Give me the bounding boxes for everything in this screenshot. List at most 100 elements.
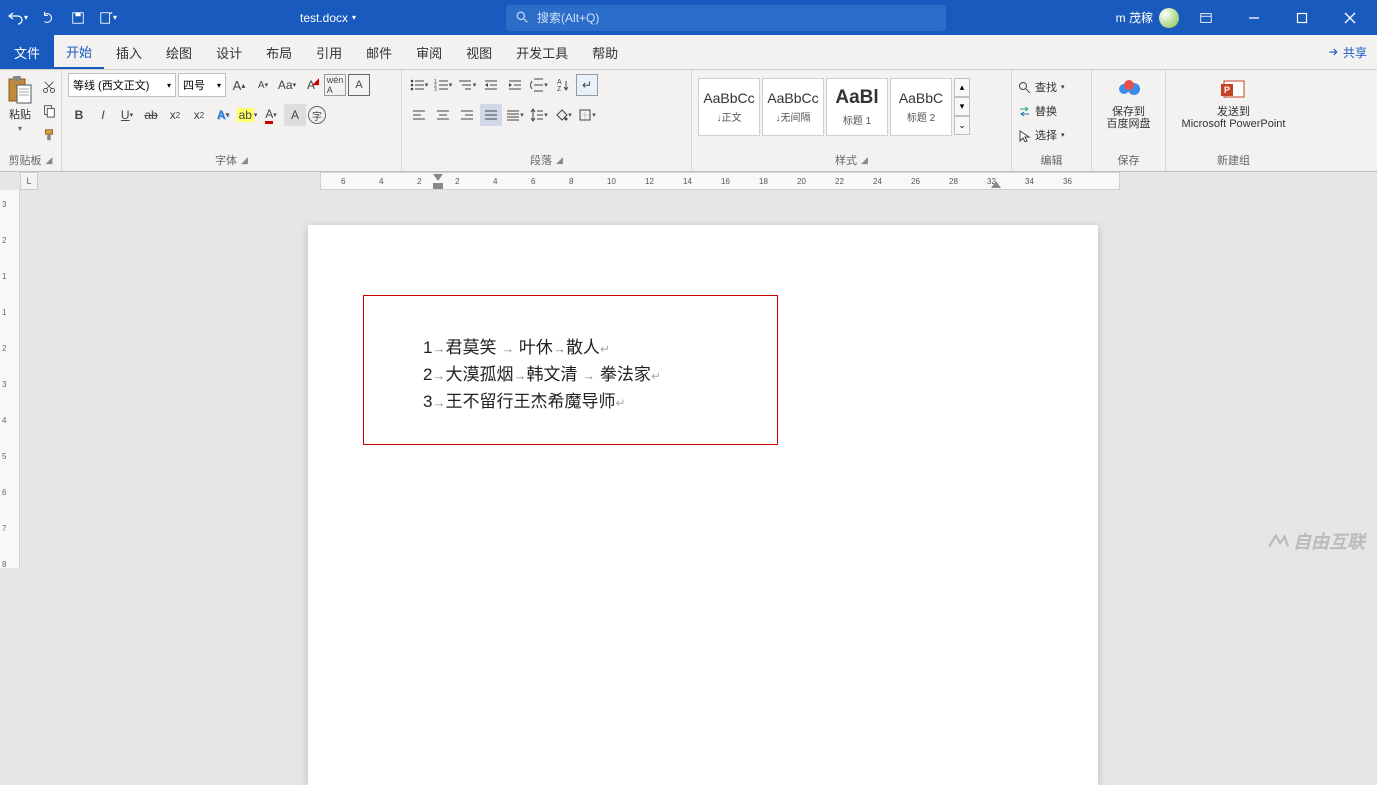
svg-text:3: 3 [434,87,437,92]
dialog-launcher-icon[interactable]: ◢ [556,155,563,166]
group-editing: 查找▾ 替换 选择▾ 编辑 [1012,70,1092,171]
grow-font-button[interactable]: A▴ [228,74,250,96]
character-shading-button[interactable]: A [284,104,306,126]
tab-布局[interactable]: 布局 [254,35,304,69]
underline-button[interactable]: U▾ [116,104,138,126]
tab-引用[interactable]: 引用 [304,35,354,69]
replace-button[interactable]: 替换 [1018,100,1065,122]
align-center-button[interactable] [432,104,454,126]
group-styles: AaBbCc↓正文AaBbCc↓无间隔AaBl标题 1AaBbC标题 2▴▾⌄ … [692,70,1012,171]
document-line[interactable]: 1→君莫笑 → 叶休→散人↵ [423,335,661,362]
strikethrough-button[interactable]: ab [140,104,162,126]
styles-up-button[interactable]: ▴ [954,78,970,97]
tab-审阅[interactable]: 审阅 [404,35,454,69]
styles-more-button[interactable]: ⌄ [954,116,970,135]
copy-button[interactable] [38,100,60,122]
borders-button[interactable]: ▾ [576,104,598,126]
style-标题 2[interactable]: AaBbC标题 2 [890,78,952,136]
align-left-button[interactable] [408,104,430,126]
dialog-launcher-icon[interactable]: ◢ [46,155,53,166]
close-button[interactable] [1329,0,1371,35]
select-button[interactable]: 选择▾ [1018,124,1065,146]
phonetic-guide-button[interactable]: wénA [324,74,346,96]
character-border-button[interactable]: A [348,74,370,96]
increase-indent-button[interactable] [504,74,526,96]
undo-button[interactable]: ▾ [6,6,30,30]
document-line[interactable]: 2→大漠孤烟→韩文清 → 拳法家↵ [423,362,661,389]
cut-button[interactable] [38,76,60,98]
group-save: 保存到 百度网盘 保存 [1092,70,1166,171]
tab-开发工具[interactable]: 开发工具 [504,35,580,69]
styles-down-button[interactable]: ▾ [954,97,970,116]
align-right-button[interactable] [456,104,478,126]
style-↓正文[interactable]: AaBbCc↓正文 [698,78,760,136]
tab-file[interactable]: 文件 [0,35,54,69]
powerpoint-icon: P [1220,76,1248,104]
style-标题 1[interactable]: AaBl标题 1 [826,78,888,136]
document-line[interactable]: 3→王不留行王杰希魔导师↵ [423,389,661,416]
share-button[interactable]: 共享 [1317,44,1377,61]
vertical-ruler[interactable]: 32112345678 [0,190,20,568]
clear-formatting-button[interactable]: A◢ [300,74,322,96]
chevron-down-icon[interactable]: ▾ [352,13,356,22]
change-case-button[interactable]: Aa▾ [276,74,298,96]
document-page[interactable]: 1→君莫笑 → 叶休→散人↵2→大漠孤烟→韩文清 → 拳法家↵3→王不留行王杰希… [308,225,1098,785]
shading-button[interactable]: ▾ [552,104,574,126]
tab-设计[interactable]: 设计 [204,35,254,69]
style-↓无间隔[interactable]: AaBbCc↓无间隔 [762,78,824,136]
dialog-launcher-icon[interactable]: ◢ [241,155,248,166]
dialog-launcher-icon[interactable]: ◢ [861,155,868,166]
doc-name-text: test.docx [300,11,348,25]
ribbon-options-button[interactable] [1185,0,1227,35]
multilevel-list-button[interactable]: ▾ [456,74,478,96]
format-painter-button[interactable] [38,124,60,146]
save-button[interactable] [66,6,90,30]
tab-绘图[interactable]: 绘图 [154,35,204,69]
bold-button[interactable]: B [68,104,90,126]
font-family-combo[interactable]: 等线 (西文正文)▾ [68,73,176,97]
paste-button[interactable]: 粘贴 ▾ [6,72,34,133]
search-icon [1018,81,1031,94]
highlight-button[interactable]: ab▾ [236,104,258,126]
numbering-button[interactable]: 123▾ [432,74,454,96]
tab-帮助[interactable]: 帮助 [580,35,630,69]
search-box[interactable]: 搜索(Alt+Q) [506,5,946,31]
font-size-combo[interactable]: 四号▾ [178,73,226,97]
share-icon [1327,46,1339,58]
font-color-button[interactable]: A▾ [260,104,282,126]
tab-视图[interactable]: 视图 [454,35,504,69]
find-button[interactable]: 查找▾ [1018,76,1065,98]
ribbon-tabs: 文件 开始插入绘图设计布局引用邮件审阅视图开发工具帮助 共享 [0,35,1377,70]
italic-button[interactable]: I [92,104,114,126]
horizontal-ruler[interactable]: 642246810121416182022242628323436 [320,172,1120,190]
avatar [1159,8,1179,28]
decrease-indent-button[interactable] [480,74,502,96]
send-to-powerpoint-button[interactable]: P 发送到 Microsoft PowerPoint [1172,72,1295,130]
shrink-font-button[interactable]: A▾ [252,74,274,96]
justify-button[interactable] [480,104,502,126]
group-new: P 发送到 Microsoft PowerPoint 新建组 [1166,70,1301,171]
subscript-button[interactable]: x2 [164,104,186,126]
horizontal-ruler-wrap: L 642246810121416182022242628323436 [20,172,1377,190]
touch-mode-button[interactable]: ▾ [96,6,120,30]
tab-开始[interactable]: 开始 [54,35,104,69]
group-clipboard: 粘贴 ▾ 剪贴板◢ [0,70,62,171]
tab-邮件[interactable]: 邮件 [354,35,404,69]
minimize-button[interactable] [1233,0,1275,35]
enclose-characters-button[interactable]: 字 [308,106,326,124]
redo-button[interactable] [36,6,60,30]
sort-button[interactable]: AZ [552,74,574,96]
tab-selector[interactable]: L [20,172,38,190]
bullets-button[interactable]: ▾ [408,74,430,96]
show-marks-button[interactable]: ↵ [576,74,598,96]
tab-插入[interactable]: 插入 [104,35,154,69]
maximize-button[interactable] [1281,0,1323,35]
distributed-button[interactable]: ▾ [504,104,526,126]
asian-layout-button[interactable]: ▾ [528,74,550,96]
document-body-text[interactable]: 1→君莫笑 → 叶休→散人↵2→大漠孤烟→韩文清 → 拳法家↵3→王不留行王杰希… [423,335,661,416]
user-account[interactable]: m 茂稼 [1116,8,1179,28]
superscript-button[interactable]: x2 [188,104,210,126]
line-spacing-button[interactable]: ▾ [528,104,550,126]
save-to-baidu-button[interactable]: 保存到 百度网盘 [1098,72,1159,130]
text-effects-button[interactable]: A▾ [212,104,234,126]
